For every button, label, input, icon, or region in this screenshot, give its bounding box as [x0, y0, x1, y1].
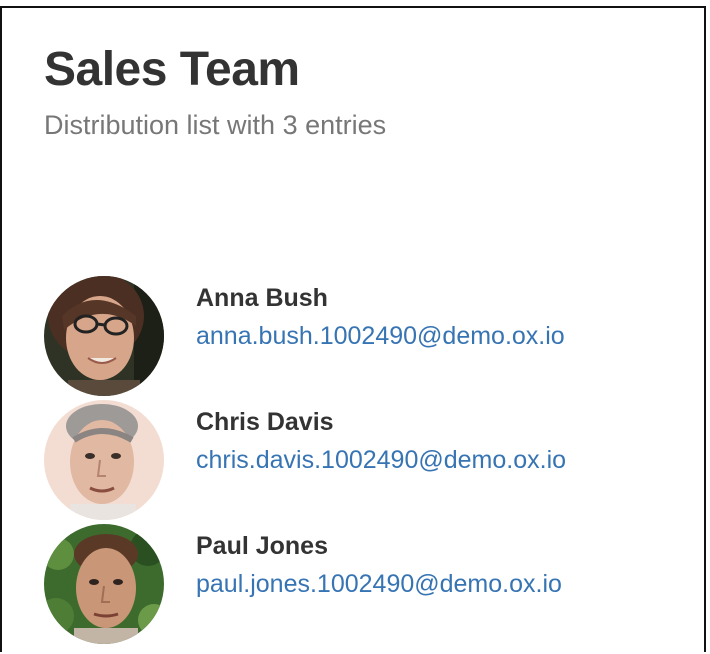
member-email-link[interactable]: paul.jones.1002490@demo.ox.io [196, 568, 562, 600]
member-name: Anna Bush [196, 284, 328, 312]
list-subtitle: Distribution list with 3 entries [44, 110, 387, 140]
member-item: Paul Jones paul.jones.1002490@demo.ox.io [44, 524, 684, 648]
avatar-anna-bush[interactable] [44, 276, 164, 396]
avatar-chris-davis[interactable] [44, 400, 164, 520]
member-list: Anna Bush anna.bush.1002490@demo.ox.io C… [44, 276, 684, 648]
avatar-photo-icon [44, 276, 164, 396]
member-item: Chris Davis chris.davis.1002490@demo.ox.… [44, 400, 684, 524]
member-email-link[interactable]: anna.bush.1002490@demo.ox.io [196, 320, 565, 352]
avatar-paul-jones[interactable] [44, 524, 164, 644]
avatar-photo-icon [44, 400, 164, 520]
member-name: Paul Jones [196, 532, 328, 560]
avatar-photo-icon [44, 524, 164, 644]
member-item: Anna Bush anna.bush.1002490@demo.ox.io [44, 276, 684, 400]
distribution-list-panel: Sales Team Distribution list with 3 entr… [0, 6, 706, 652]
member-name: Chris Davis [196, 408, 334, 436]
member-email-link[interactable]: chris.davis.1002490@demo.ox.io [196, 444, 566, 476]
list-title: Sales Team [44, 43, 300, 96]
